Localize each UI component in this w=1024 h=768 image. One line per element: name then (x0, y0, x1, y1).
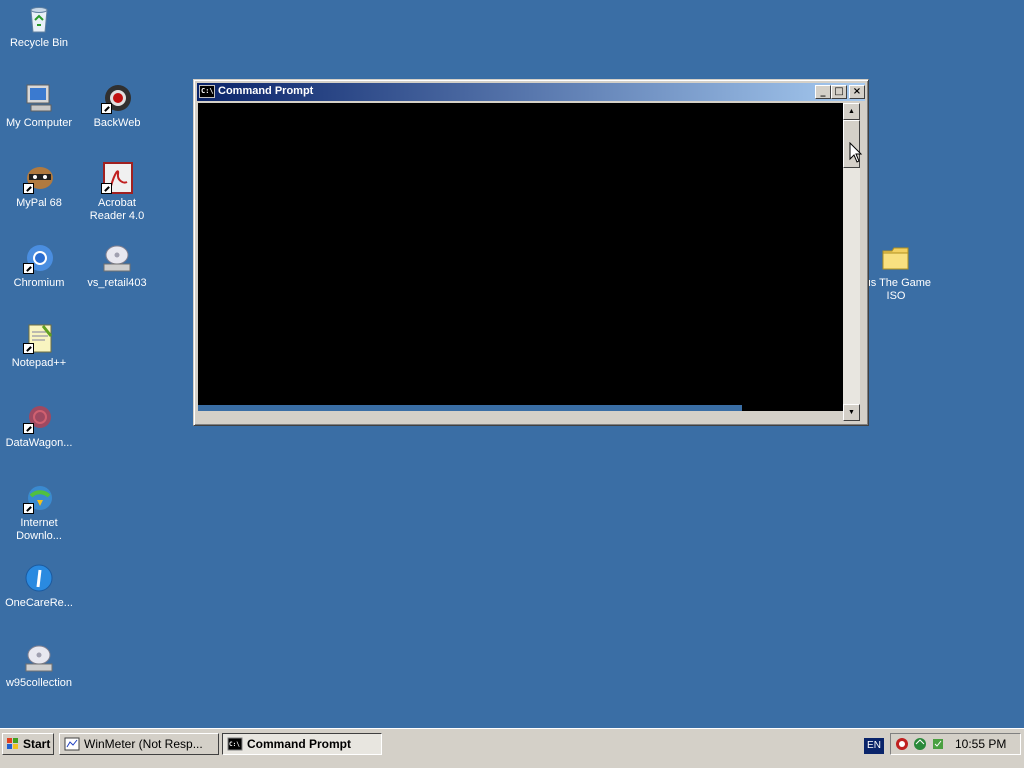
network-tray-icon[interactable] (895, 737, 909, 751)
clock[interactable]: 10:55 PM (955, 737, 1006, 751)
update-tray-icon[interactable] (913, 737, 927, 751)
desktop-icon-vs-retail403[interactable]: vs_retail403 (78, 242, 156, 290)
desktop-icon-recycle-bin[interactable]: Recycle Bin (0, 2, 78, 50)
acrobat-reader-icon (101, 162, 133, 194)
backweb-icon (101, 82, 133, 114)
desktop-icon-label: w95collection (5, 677, 73, 689)
shortcut-arrow-icon (101, 183, 112, 194)
chromium-icon (23, 242, 55, 274)
maximize-button[interactable]: □ (831, 85, 847, 99)
close-button[interactable]: × (849, 85, 865, 99)
desktop-icon-onecare[interactable]: OneCareRe... (0, 562, 78, 610)
datawagon-icon (23, 402, 55, 434)
desktop-icon-label: OneCareRe... (5, 597, 73, 609)
command-prompt-icon: C:\ (199, 85, 215, 98)
minimize-button[interactable]: _ (815, 85, 831, 99)
desktop-icon-notepad-plus-plus[interactable]: Notepad++ (0, 322, 78, 370)
internet-download-manager-icon (23, 482, 55, 514)
taskbar-item-winmeter[interactable]: WinMeter (Not Resp... (59, 733, 219, 755)
desktop-icon-label: vs_retail403 (87, 277, 147, 289)
taskbar-item-label: Command Prompt (247, 737, 352, 751)
command-prompt-icon: C:\ (227, 737, 243, 751)
recycle-bin-icon (23, 2, 55, 34)
title-bar[interactable]: C:\ Command Prompt _ □ × (197, 83, 865, 101)
window-title: Command Prompt (218, 85, 314, 97)
shortcut-arrow-icon (23, 343, 34, 354)
language-indicator[interactable]: EN (864, 738, 884, 754)
mouse-cursor-icon (849, 142, 863, 163)
desktop-icon-label: My Computer (5, 117, 73, 129)
taskbar-item-command-prompt[interactable]: C:\ Command Prompt (222, 733, 382, 755)
shortcut-arrow-icon (23, 503, 34, 514)
notepad-plus-plus-icon (23, 322, 55, 354)
shortcut-arrow-icon (23, 423, 34, 434)
folder-icon (880, 242, 912, 274)
scroll-down-button[interactable]: ▼ (843, 404, 860, 421)
winmeter-icon (64, 737, 80, 751)
desktop-icon-mypal[interactable]: MyPal 68 (0, 162, 78, 210)
desktop-icon-backweb[interactable]: BackWeb (78, 82, 156, 130)
shortcut-arrow-icon (23, 263, 34, 274)
desktop-icon-label: Acrobat Reader 4.0 (89, 197, 145, 222)
windows-logo-icon (7, 738, 18, 749)
system-tray: 10:55 PM (890, 733, 1021, 755)
window-bottom-edge (198, 411, 843, 421)
desktop-icon-datawagon[interactable]: DataWagon... (0, 402, 78, 450)
my-computer-icon (23, 82, 55, 114)
desktop-icon-label: DataWagon... (5, 437, 73, 449)
console-output-area[interactable] (198, 103, 843, 411)
shortcut-arrow-icon (101, 103, 112, 114)
start-label: Start (23, 737, 51, 751)
onecare-icon (23, 562, 55, 594)
mypal-icon (23, 162, 55, 194)
start-button[interactable]: Start (2, 733, 54, 755)
desktop-icon-label: Recycle Bin (9, 37, 69, 49)
taskbar-item-label: WinMeter (Not Resp... (84, 737, 203, 751)
desktop-icon-acrobat-reader[interactable]: Acrobat Reader 4.0 (78, 162, 156, 223)
command-prompt-window[interactable]: C:\ Command Prompt _ □ × ▲ ▼ (193, 79, 869, 426)
desktop-icon-label: BackWeb (93, 117, 141, 129)
cd-drive-icon (101, 242, 133, 274)
cd-drive-icon (23, 642, 55, 674)
desktop-icon-w95collection[interactable]: w95collection (0, 642, 78, 690)
taskbar: Start WinMeter (Not Resp... C:\ Command … (0, 728, 1024, 768)
shortcut-arrow-icon (23, 183, 34, 194)
desktop-icon-label: Chromium (13, 277, 65, 289)
desktop-icon-internet-download-manager[interactable]: Internet Downlo... (0, 482, 78, 543)
desktop-icon-my-computer[interactable]: My Computer (0, 82, 78, 130)
desktop-icon-label: Notepad++ (11, 357, 67, 369)
desktop-icon-label: Internet Downlo... (16, 517, 62, 542)
desktop-icon-label: MyPal 68 (16, 197, 62, 209)
security-tray-icon[interactable] (931, 737, 945, 751)
svg-text:C:\: C:\ (229, 741, 240, 748)
scroll-up-button[interactable]: ▲ (843, 103, 860, 120)
desktop-icon-chromium[interactable]: Chromium (0, 242, 78, 290)
